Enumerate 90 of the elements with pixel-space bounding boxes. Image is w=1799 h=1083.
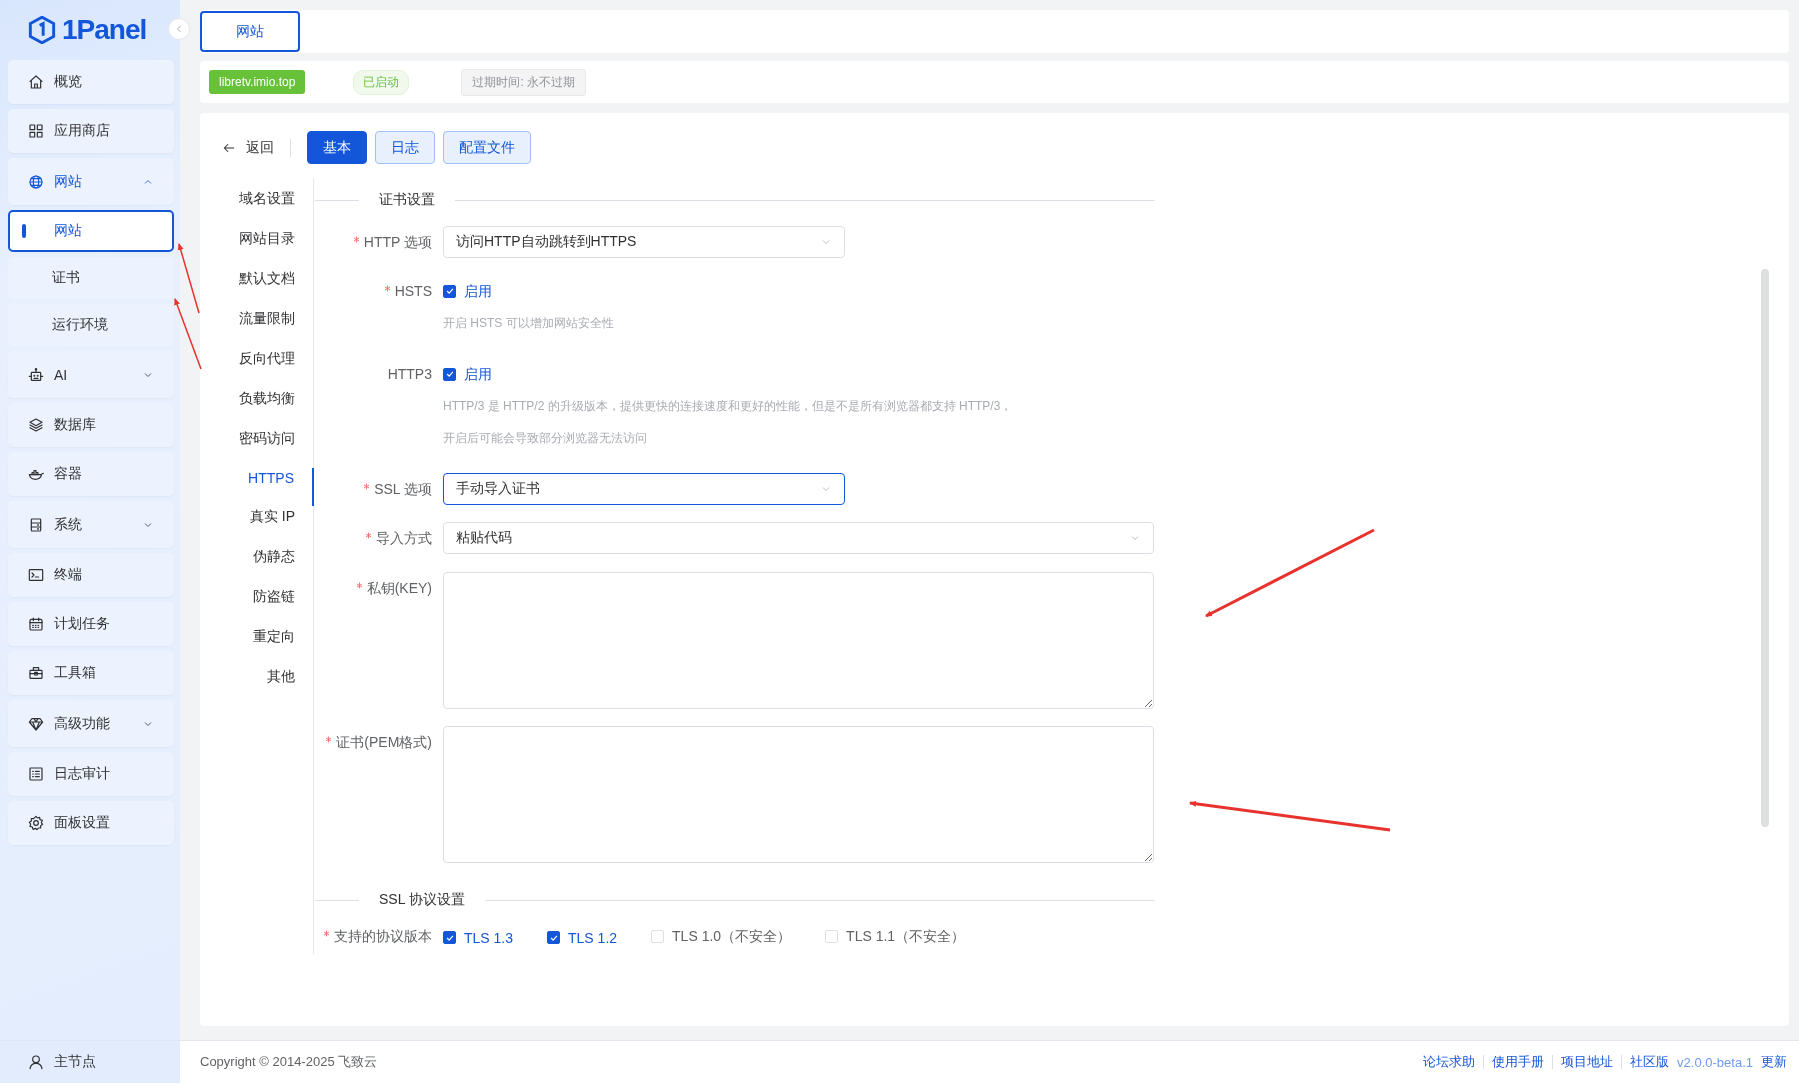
- view-tab[interactable]: 基本: [307, 131, 367, 164]
- robot-icon: [28, 366, 44, 383]
- settings-tab[interactable]: 防盗链: [253, 586, 313, 626]
- settings-tab[interactable]: 伪静态: [253, 546, 313, 586]
- checkbox[interactable]: TLS 1.1（不安全）: [825, 920, 966, 952]
- help-text: 开启后可能会导致部分浏览器无法访问: [443, 430, 648, 447]
- layers-icon: [28, 417, 44, 433]
- scrollbar[interactable]: [1761, 269, 1769, 827]
- toolbox-icon: [28, 665, 44, 681]
- field-label: HTTP 选项: [363, 234, 432, 250]
- settings-tab[interactable]: HTTPS: [248, 468, 314, 506]
- view-tab[interactable]: 配置文件: [443, 131, 531, 164]
- server-icon: [28, 516, 44, 533]
- user-icon: [28, 1054, 44, 1070]
- section-title: SSL 协议设置: [378, 891, 466, 909]
- domain-tag: libretv.imio.top: [209, 70, 306, 94]
- checkbox[interactable]: TLS 1.3: [443, 921, 514, 954]
- text-area[interactable]: [443, 572, 1154, 709]
- back-button[interactable]: 返回: [222, 138, 274, 157]
- menu-item[interactable]: 日志审计: [8, 752, 174, 796]
- menu-item[interactable]: 应用商店: [8, 109, 174, 153]
- select-field[interactable]: 手动导入证书: [443, 473, 845, 505]
- field-label: SSL 选项: [374, 481, 432, 497]
- menu-item[interactable]: 系统: [8, 501, 174, 548]
- menu-item[interactable]: 数据库: [8, 403, 174, 447]
- footer-link[interactable]: 使用手册: [1483, 1055, 1553, 1069]
- field-label: 私钥(KEY): [366, 580, 432, 596]
- menu-item[interactable]: 网站: [8, 158, 174, 205]
- home-icon: [28, 74, 44, 90]
- settings-tab[interactable]: 流量限制: [239, 308, 313, 348]
- annotation-arrow: [177, 243, 200, 314]
- copyright-text: Copyright © 2014-2025 飞致云: [200, 1053, 378, 1071]
- settings-icon: [28, 815, 44, 831]
- settings-tab[interactable]: 网站目录: [239, 228, 313, 268]
- menu-item[interactable]: AI: [8, 351, 174, 398]
- field-label: 证书(PEM格式): [336, 734, 432, 750]
- menu-item[interactable]: 容器: [8, 452, 174, 496]
- check-icon: [444, 369, 455, 379]
- submenu-item[interactable]: 证书: [8, 257, 174, 299]
- settings-tab[interactable]: 负载均衡: [239, 388, 313, 428]
- diamond-icon: [28, 715, 44, 732]
- view-tab[interactable]: 日志: [375, 131, 435, 164]
- logo-icon: [28, 16, 56, 44]
- field-label: 支持的协议版本: [334, 928, 432, 944]
- settings-tab[interactable]: 密码访问: [239, 428, 313, 468]
- settings-tab[interactable]: 反向代理: [239, 348, 313, 388]
- tab[interactable]: 网站: [200, 11, 300, 52]
- grid-icon: [28, 123, 44, 139]
- text-area[interactable]: [443, 726, 1154, 863]
- submenu-item[interactable]: 运行环境: [8, 304, 174, 346]
- version-text: v2.0.0-beta.1: [1677, 1054, 1753, 1070]
- settings-tab[interactable]: 真实 IP: [249, 506, 313, 546]
- submenu-item[interactable]: 网站: [8, 210, 174, 252]
- checkbox[interactable]: 启用: [443, 275, 492, 307]
- collapse-button[interactable]: [168, 18, 190, 40]
- menu-item[interactable]: 概览: [8, 60, 174, 104]
- menu-item[interactable]: 计划任务: [8, 602, 174, 646]
- settings-tab[interactable]: 默认文档: [239, 268, 313, 308]
- calendar-icon: [28, 616, 44, 632]
- checkbox[interactable]: TLS 1.2: [547, 921, 618, 954]
- settings-tab[interactable]: 重定向: [253, 626, 313, 666]
- list-icon: [28, 766, 44, 782]
- menu-item[interactable]: 高级功能: [8, 700, 174, 747]
- footer-link[interactable]: 社区版: [1621, 1055, 1678, 1069]
- field-label: HSTS: [394, 283, 432, 299]
- section-title: 证书设置: [378, 191, 436, 209]
- checkbox[interactable]: 启用: [443, 358, 492, 390]
- terminal-icon: [28, 567, 44, 583]
- select-field[interactable]: 粘贴代码: [443, 522, 1154, 554]
- node-label: 主节点: [54, 1053, 96, 1071]
- settings-tab[interactable]: 域名设置: [239, 188, 313, 228]
- field-label: 导入方式: [376, 530, 432, 546]
- menu-item[interactable]: 面板设置: [8, 801, 174, 845]
- status-tag: 已启动: [353, 69, 410, 95]
- annotation-arrow: [174, 298, 202, 370]
- menu-item[interactable]: 终端: [8, 553, 174, 597]
- select-field[interactable]: 访问HTTP自动跳转到HTTPS: [443, 226, 845, 258]
- settings-tab[interactable]: 其他: [267, 666, 313, 706]
- field-label: HTTP3: [387, 366, 432, 382]
- footer-link[interactable]: 项目地址: [1552, 1055, 1622, 1069]
- expiry-tag: 过期时间: 永不过期: [461, 68, 587, 96]
- menu-item[interactable]: 工具箱: [8, 651, 174, 695]
- help-text: HTTP/3 是 HTTP/2 的升级版本，提供更快的连接速度和更好的性能，但是不是所有浏览器都支持 HTTP/3，: [443, 398, 1013, 415]
- globe-icon: [28, 173, 44, 190]
- checkbox[interactable]: TLS 1.0（不安全）: [651, 920, 792, 952]
- logo-text: 1Panel: [62, 14, 147, 46]
- update-link[interactable]: 更新: [1761, 1055, 1787, 1069]
- footer-link[interactable]: 论坛求助: [1415, 1055, 1484, 1069]
- help-text: 开启 HSTS 可以增加网站安全性: [443, 315, 614, 332]
- check-icon: [444, 286, 455, 296]
